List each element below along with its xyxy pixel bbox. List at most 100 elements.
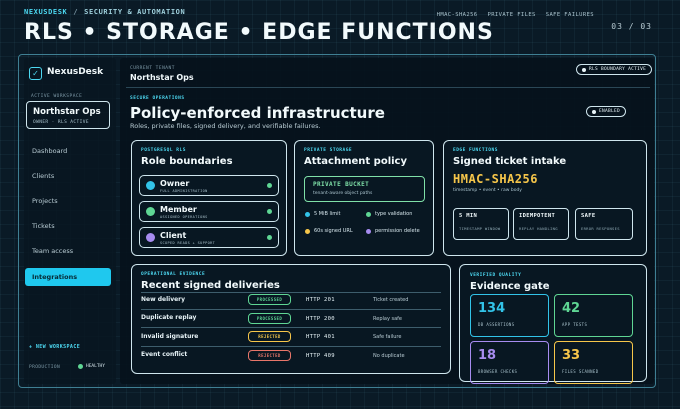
tile-replay-handling: IDEMPOTENT REPLAY HANDLING [513,208,569,240]
metric-value: 134 [478,301,506,316]
metric-db-assertions: 134 DB ASSERTIONS [470,294,549,337]
enabled-badge-text: ENABLED [599,109,621,114]
sidebar-item-integrations[interactable]: Integrations [25,268,111,286]
delivery-note: Ticket created [373,297,409,303]
new-workspace-button[interactable]: + NEW WORKSPACE [29,344,80,350]
algorithm-name: HMAC-SHA256 [453,172,538,186]
sidebar-item-tickets[interactable]: Tickets [32,222,55,230]
divider [126,87,650,88]
delivery-event: Duplicate replay [141,314,197,321]
storage-card-label: PRIVATE STORAGE [304,148,353,153]
tenant-name: Northstar Ops [130,73,194,82]
algorithm-subtitle: timestamp • event • raw body [453,188,522,193]
metric-browser-checks: 18 BROWSER CHECKS [470,341,549,384]
sidebar-item-clients[interactable]: Clients [32,172,54,180]
bucket-title: PRIVATE BUCKET [313,181,370,188]
evidence-label: VERIFIED QUALITY [470,273,522,278]
feature-dot-icon [366,211,371,217]
http-code: HTTP 201 [306,297,335,303]
metric-value: 33 [562,348,581,363]
enabled-badge: ENABLED [586,106,627,117]
status-badge: PROCESSED [248,313,291,324]
status-dot-icon [267,209,272,214]
status-dot-icon [78,364,83,369]
feature-text: 5 MiB limit [314,211,341,217]
environment-label: PRODUCTION [29,365,61,370]
role-name: Client [160,230,187,240]
edge-card-label: EDGE FUNCTIONS [453,148,498,153]
environment-status-text: HEALTHY [86,364,105,369]
deliveries-label: OPERATIONAL EVIDENCE [141,272,206,277]
table-divider [141,309,441,310]
sidebar-item-team-access[interactable]: Team access [32,247,73,255]
table-divider [141,327,441,328]
metric-files-scanned: 33 FILES SCANNED [554,341,633,384]
role-dot-icon [146,233,155,242]
meta-item-hmac: HMAC-SHA256 [436,12,478,18]
workspace-name: Northstar Ops [33,107,101,117]
metric-value: 18 [478,348,497,363]
private-bucket: PRIVATE BUCKET tenant-aware object paths [304,176,425,202]
feature-permission-delete: permission delete [366,228,420,234]
breadcrumb: NEXUSDESK / SECURITY & AUTOMATION [24,8,185,16]
metric-label: DB ASSERTIONS [478,322,515,327]
deliveries-title: Recent signed deliveries [141,280,280,291]
feature-dot-icon [305,211,310,217]
active-workspace-label: ACTIVE WORKSPACE [31,94,83,99]
delivery-event: Invalid signature [141,333,199,340]
feature-text: type validation [375,211,413,217]
role-dot-icon [146,207,155,216]
role-name: Owner [160,178,190,188]
feature-size-limit: 5 MiB limit [305,211,341,217]
tile-subtitle: REPLAY HANDLING [519,226,558,231]
roles-card-title: Role boundaries [141,156,233,167]
feature-dot-icon [366,228,371,234]
meta-item-private-files: PRIVATE FILES [487,12,536,18]
delivery-note: Replay safe [373,316,403,322]
tile-subtitle: ERROR RESPONSES [581,226,620,231]
table-divider [141,346,441,347]
tenant-label: CURRENT TENANT [130,66,175,71]
feature-dot-icon [305,228,310,234]
tile-title: 5 MIN [459,213,478,219]
breadcrumb-section[interactable]: SECURITY & AUTOMATION [84,8,185,16]
metric-value: 42 [562,301,581,316]
storage-card-title: Attachment policy [304,156,408,167]
tile-title: IDEMPOTENT [519,213,556,219]
sidebar-item-dashboard[interactable]: Dashboard [32,147,67,155]
feature-type-validation: type validation [366,211,412,217]
http-code: HTTP 200 [306,316,335,322]
section-title: Policy-enforced infrastructure [130,104,385,122]
page-title: RLS • STORAGE • EDGE FUNCTIONS [24,20,494,45]
delivery-event: Event conflict [141,351,188,358]
status-badge: PROCESSED [248,294,291,305]
role-dot-icon [146,181,155,190]
breadcrumb-brand[interactable]: NEXUSDESK [24,8,67,16]
meta-item-safe-failures: SAFE FAILURES [545,12,594,18]
badge-dot-icon [592,109,596,114]
section-subtitle: Roles, private files, signed delivery, a… [130,122,321,130]
metric-label: BROWSER CHECKS [478,369,518,374]
status-dot-icon [267,235,272,240]
metric-app-tests: 42 APP TESTS [554,294,633,337]
workspace-switcher[interactable]: Northstar Ops OWNER · RLS ACTIVE [26,101,110,129]
metric-label: FILES SCANNED [562,369,599,374]
sidebar-item-projects[interactable]: Projects [32,197,58,205]
tile-subtitle: TIMESTAMP WINDOW [459,226,501,231]
delivery-event: New delivery [141,296,186,303]
status-dot-icon [267,183,272,188]
role-client[interactable]: Client SCOPED READS + SUPPORT [139,227,279,248]
metric-label: APP TESTS [562,322,588,327]
feature-signed-url: 60s signed URL [305,228,353,234]
app-name[interactable]: NexusDesk [47,67,103,77]
workspace-meta: OWNER · RLS ACTIVE [33,120,89,125]
environment-status: HEALTHY [78,364,105,369]
section-label: SECURE OPERATIONS [130,96,185,101]
check-icon: ✓ [29,67,42,80]
delivery-note: Safe failure [373,334,402,340]
feature-text: permission delete [375,228,420,234]
role-member[interactable]: Member ASSIGNED OPERATIONS [139,201,279,222]
role-owner[interactable]: Owner FULL ADMINISTRATION [139,175,279,196]
feature-text: 60s signed URL [314,228,353,234]
breadcrumb-separator: / [73,8,79,16]
